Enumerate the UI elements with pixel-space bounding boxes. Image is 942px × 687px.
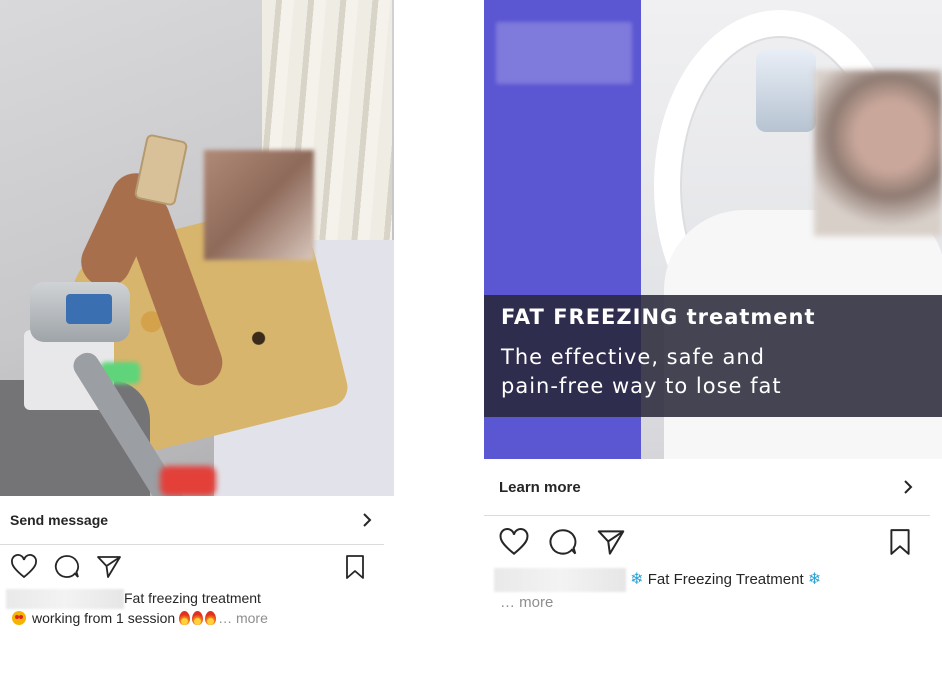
fire-emoji-icon <box>179 611 191 626</box>
right-post: FAT FREEZING treatment The effective, sa… <box>484 0 942 614</box>
caption-title: Fat Freezing Treatment <box>647 571 804 588</box>
left-post-image[interactable] <box>0 0 394 496</box>
left-post: Send message Fat freezing treatment work… <box>0 0 394 628</box>
blurred-username[interactable] <box>494 568 626 593</box>
blurred-face <box>814 70 942 236</box>
blurred-face <box>204 150 314 260</box>
snowflake-icon: ❄ <box>630 569 644 588</box>
snowflake-icon: ❄ <box>807 569 822 588</box>
comment-icon[interactable] <box>54 554 80 580</box>
more-link[interactable]: … more <box>218 610 268 626</box>
blurred-username[interactable] <box>6 589 124 610</box>
overlay-subtext: The effective, safe and pain-free way to… <box>501 343 782 401</box>
heart-eyes-emoji-icon <box>12 611 26 626</box>
image-device-screen <box>66 294 112 324</box>
caption-title: Fat freezing treatment <box>124 590 261 606</box>
overlay-subtext-line: pain-free way to lose fat <box>501 374 782 398</box>
post-caption: ❄ Fat Freezing Treatment ❄ … more <box>484 568 942 614</box>
share-icon[interactable] <box>96 554 122 580</box>
blurred-logo <box>496 22 632 84</box>
more-link[interactable]: … more <box>500 594 553 611</box>
bookmark-icon[interactable] <box>888 528 912 556</box>
post-actions <box>0 545 382 589</box>
learn-more-button[interactable]: Learn more <box>484 459 930 516</box>
send-message-button[interactable]: Send message <box>0 496 384 545</box>
comment-icon[interactable] <box>548 528 578 557</box>
post-caption: Fat freezing treatment working from 1 se… <box>0 589 394 628</box>
send-message-label: Send message <box>10 512 109 528</box>
overlay-headline: FAT FREEZING treatment <box>501 305 816 329</box>
image-applicator <box>756 50 816 132</box>
heart-icon[interactable] <box>10 554 38 580</box>
share-icon[interactable] <box>596 528 626 557</box>
bookmark-icon[interactable] <box>344 554 366 580</box>
chevron-right-icon <box>360 513 374 527</box>
right-post-image[interactable]: FAT FREEZING treatment The effective, sa… <box>484 0 942 459</box>
heart-icon[interactable] <box>498 527 530 557</box>
image-red-light <box>160 466 216 496</box>
overlay-subtext-line: The effective, safe and <box>501 345 765 369</box>
learn-more-label: Learn more <box>499 478 581 496</box>
chevron-right-icon <box>901 480 915 494</box>
caption-text: working from 1 session <box>32 610 176 627</box>
fire-emoji-icon <box>205 611 217 626</box>
fire-emoji-icon <box>192 611 204 626</box>
post-actions <box>484 516 930 568</box>
